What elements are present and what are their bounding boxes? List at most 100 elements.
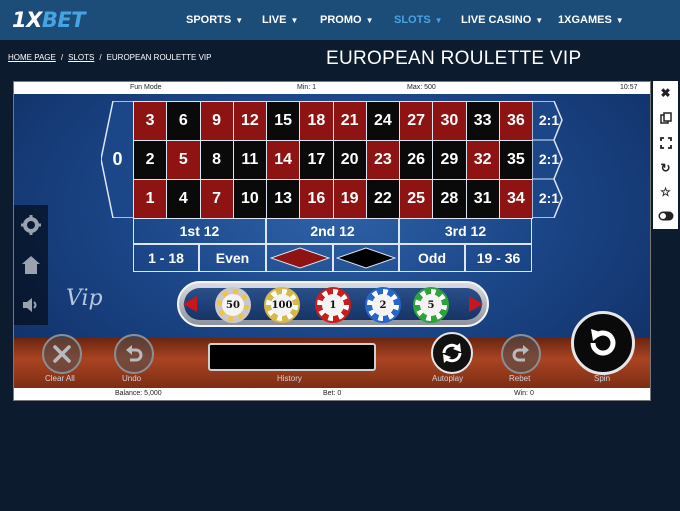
bet-number-33[interactable]: 33 <box>465 101 500 141</box>
right-tool-column: ✖ ↻ ☆ <box>653 81 678 229</box>
bet-number-1[interactable]: 1 <box>133 179 168 219</box>
bet-number-26[interactable]: 26 <box>399 140 434 180</box>
bet-number-6[interactable]: 6 <box>166 101 201 141</box>
nav-item-promo[interactable]: PROMO ▼ <box>320 0 373 40</box>
star-icon[interactable]: ☆ <box>653 180 678 204</box>
bet-number-15[interactable]: 15 <box>266 101 301 141</box>
undo-label: Undo <box>122 374 142 383</box>
breadcrumb-slots-link[interactable]: SLOTS <box>68 53 94 62</box>
bet-label: Bet: 0 <box>323 390 342 397</box>
bet-number-13[interactable]: 13 <box>266 179 301 219</box>
bet-column-middle[interactable]: 2:1 <box>532 142 566 176</box>
bet-number-30[interactable]: 30 <box>432 101 467 141</box>
sound-icon[interactable] <box>21 295 41 315</box>
bet-number-25[interactable]: 25 <box>399 179 434 219</box>
bet-number-18[interactable]: 18 <box>299 101 334 141</box>
bet-number-3[interactable]: 3 <box>133 101 168 141</box>
bet-even[interactable]: Even <box>199 244 266 272</box>
copy-icon[interactable] <box>653 106 678 130</box>
close-icon[interactable]: ✖ <box>653 81 678 105</box>
breadcrumb: HOME PAGE / SLOTS / EUROPEAN ROULETTE VI… <box>8 53 211 62</box>
vip-logo: Vip <box>66 286 103 311</box>
clear-x-icon <box>53 345 71 363</box>
nav-item-live[interactable]: LIVE ▼ <box>262 0 298 40</box>
bet-number-11[interactable]: 11 <box>232 140 267 180</box>
spin-label: Spin <box>594 374 611 383</box>
bet-number-23[interactable]: 23 <box>365 140 400 180</box>
breadcrumb-home-link[interactable]: HOME PAGE <box>8 53 56 62</box>
rebet-label: Rebet <box>509 374 531 383</box>
nav-item-sports[interactable]: SPORTS ▼ <box>186 0 243 40</box>
spin-button[interactable] <box>571 311 635 375</box>
bet-number-29[interactable]: 29 <box>432 140 467 180</box>
bet-zero[interactable]: 0 <box>101 101 134 218</box>
fullscreen-icon[interactable] <box>653 131 678 155</box>
bet-number-5[interactable]: 5 <box>166 140 201 180</box>
bet-number-34[interactable]: 34 <box>498 179 533 219</box>
chip-value: 100 <box>271 294 293 316</box>
bet-number-27[interactable]: 27 <box>399 101 434 141</box>
bet-number-8[interactable]: 8 <box>199 140 234 180</box>
bet-1st-12[interactable]: 1st 12 <box>133 218 266 244</box>
home-icon[interactable] <box>21 255 41 275</box>
undo-button[interactable] <box>114 334 154 374</box>
settings-gear-icon[interactable] <box>21 215 41 235</box>
bet-number-9[interactable]: 9 <box>199 101 234 141</box>
bet-19-36[interactable]: 19 - 36 <box>465 244 532 272</box>
clear-all-label: Clear All <box>45 374 75 383</box>
bet-black[interactable] <box>333 244 399 272</box>
bet-number-19[interactable]: 19 <box>332 179 367 219</box>
max-bet-label: Max: 500 <box>407 84 436 91</box>
bet-number-32[interactable]: 32 <box>465 140 500 180</box>
chip-5[interactable]: 5 <box>413 287 449 323</box>
rebet-button[interactable] <box>501 334 541 374</box>
bet-column-top[interactable]: 2:1 <box>532 103 566 137</box>
bet-2nd-12[interactable]: 2nd 12 <box>266 218 399 244</box>
bet-number-7[interactable]: 7 <box>199 179 234 219</box>
bet-number-21[interactable]: 21 <box>332 101 367 141</box>
bet-3rd-12[interactable]: 3rd 12 <box>399 218 532 244</box>
bet-number-22[interactable]: 22 <box>365 179 400 219</box>
refresh-icon[interactable]: ↻ <box>653 156 678 180</box>
breadcrumb-separator: / <box>99 53 102 62</box>
history-display[interactable] <box>208 343 376 371</box>
bet-number-2[interactable]: 2 <box>133 140 168 180</box>
bet-number-20[interactable]: 20 <box>332 140 367 180</box>
bet-number-35[interactable]: 35 <box>498 140 533 180</box>
clear-all-button[interactable] <box>42 334 82 374</box>
bet-number-14[interactable]: 14 <box>266 140 301 180</box>
chip-100[interactable]: 100 <box>264 287 300 323</box>
nav-item-1xgames[interactable]: 1XGAMES ▼ <box>558 0 624 40</box>
toggle-icon[interactable] <box>653 204 678 228</box>
bet-column-bottom[interactable]: 2:1 <box>532 181 566 215</box>
page-title: EUROPEAN ROULETTE VIP <box>326 48 582 69</box>
bet-number-36[interactable]: 36 <box>498 101 533 141</box>
chip-value: 2 <box>372 294 394 316</box>
bet-1-18[interactable]: 1 - 18 <box>133 244 199 272</box>
brand-logo[interactable]: 1XBET <box>12 8 86 32</box>
bet-number-4[interactable]: 4 <box>166 179 201 219</box>
bet-number-17[interactable]: 17 <box>299 140 334 180</box>
chip-50[interactable]: 50 <box>215 287 251 323</box>
nav-item-live-casino[interactable]: LIVE CASINO ▼ <box>461 0 543 40</box>
chip-1[interactable]: 1 <box>315 287 351 323</box>
bet-number-16[interactable]: 16 <box>299 179 334 219</box>
bet-number-31[interactable]: 31 <box>465 179 500 219</box>
min-bet-label: Min: 1 <box>297 84 317 91</box>
rebet-icon <box>512 345 529 362</box>
bet-number-24[interactable]: 24 <box>365 101 400 141</box>
bet-red[interactable] <box>266 244 333 272</box>
chip-value: 50 <box>222 294 244 316</box>
nav-item-slots[interactable]: SLOTS ▼ <box>394 0 443 40</box>
chevron-down-icon: ▼ <box>235 15 244 25</box>
autoplay-button[interactable] <box>431 332 473 374</box>
chip-2[interactable]: 2 <box>365 287 401 323</box>
bet-number-10[interactable]: 10 <box>232 179 267 219</box>
bet-number-12[interactable]: 12 <box>232 101 267 141</box>
bet-number-28[interactable]: 28 <box>432 179 467 219</box>
bet-odd[interactable]: Odd <box>399 244 465 272</box>
chip-value: 1 <box>322 294 344 316</box>
top-navigation-bar: 1XBET SPORTS ▼ LIVE ▼ PROMO ▼ SLOTS ▼ LIVE C… <box>0 0 680 40</box>
breadcrumb-current: EUROPEAN ROULETTE VIP <box>106 53 212 62</box>
chip-tray-left-arrow-icon <box>183 296 197 312</box>
